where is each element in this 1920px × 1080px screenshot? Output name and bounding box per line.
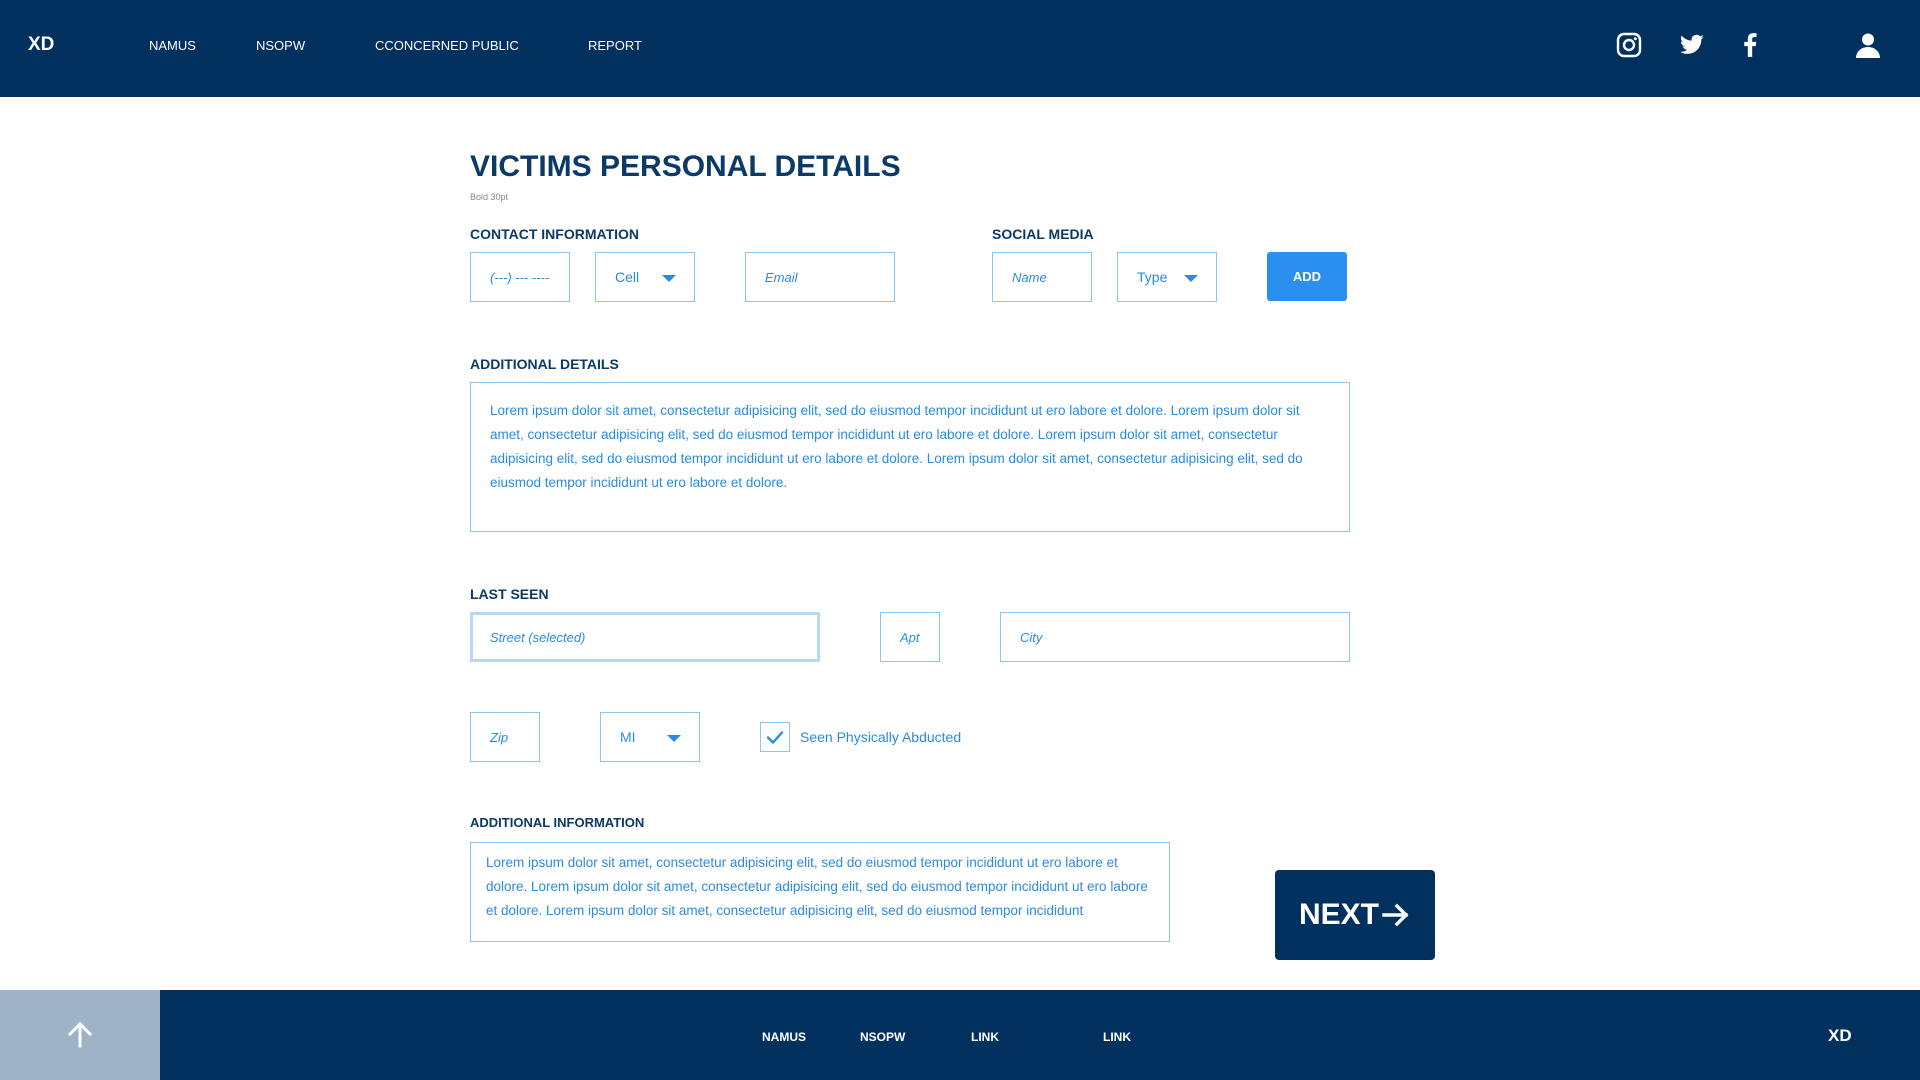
chevron-down-icon <box>1184 275 1198 282</box>
street-placeholder: Street (selected) <box>490 629 586 645</box>
page-title: VICTIMS PERSONAL DETAILS <box>470 150 901 183</box>
brand-logo[interactable]: XD <box>28 34 54 56</box>
user-icon[interactable] <box>1855 32 1881 58</box>
phone-type-select[interactable]: Cell <box>595 252 695 302</box>
facebook-icon[interactable] <box>1737 32 1763 58</box>
phone-type-value: Cell <box>615 269 640 285</box>
footer-link-namus[interactable]: NAMUS <box>762 1030 806 1044</box>
footer-link-1[interactable]: LINK <box>971 1030 999 1044</box>
seen-abducted-label[interactable]: Seen Physically Abducted <box>800 729 961 745</box>
additional-details-label: ADDITIONAL DETAILS <box>470 356 619 372</box>
arrow-right-icon <box>1382 903 1409 927</box>
add-social-button[interactable]: ADD <box>1267 252 1347 301</box>
additional-information-label: ADDITIONAL INFORMATION <box>470 815 645 830</box>
social-name-placeholder: Name <box>1012 269 1047 285</box>
social-type-select[interactable]: Type <box>1117 252 1217 302</box>
nav-link-nsopw[interactable]: NSOPW <box>256 38 305 53</box>
scroll-to-top-button[interactable] <box>0 990 160 1080</box>
state-value: MI <box>620 729 636 745</box>
additional-information-text: Lorem ipsum dolor sit amet, consectetur … <box>486 855 1148 918</box>
city-placeholder: City <box>1020 629 1043 645</box>
additional-details-textarea[interactable]: Lorem ipsum dolor sit amet, consectetur … <box>470 382 1350 532</box>
nav-link-namus[interactable]: NAMUS <box>149 38 196 53</box>
footer-link-nsopw[interactable]: NSOPW <box>860 1030 905 1044</box>
seen-abducted-checkbox[interactable] <box>760 722 790 752</box>
instagram-icon[interactable] <box>1616 32 1642 58</box>
top-navbar: XD NAMUS NSOPW CCONCERNED PUBLIC REPORT <box>0 0 1920 97</box>
social-media-label: SOCIAL MEDIA <box>992 226 1094 242</box>
checkmark-icon <box>766 731 784 744</box>
city-input[interactable]: City <box>1000 612 1350 662</box>
footer: NAMUS NSOPW LINK LINK XD <box>0 990 1920 1080</box>
zip-placeholder: Zip <box>490 729 509 745</box>
chevron-down-icon <box>662 275 676 282</box>
title-style-note: Bold 30pt <box>470 192 509 202</box>
nav-link-concerned-public[interactable]: CCONCERNED PUBLIC <box>375 38 519 53</box>
social-name-input[interactable]: Name <box>992 252 1092 302</box>
email-input[interactable]: Email <box>745 252 895 302</box>
phone-input[interactable]: (---) --- ---- <box>470 252 570 302</box>
social-type-value: Type <box>1137 269 1168 285</box>
next-button[interactable]: NEXT <box>1275 870 1435 960</box>
contact-information-label: CONTACT INFORMATION <box>470 226 640 242</box>
state-select[interactable]: MI <box>600 712 700 762</box>
next-label: NEXT <box>1298 898 1379 931</box>
apt-placeholder: Apt <box>900 629 920 645</box>
apt-input[interactable]: Apt <box>880 612 940 662</box>
chevron-down-icon <box>667 735 681 742</box>
footer-logo[interactable]: XD <box>1828 1026 1852 1046</box>
zip-input[interactable]: Zip <box>470 712 540 762</box>
arrow-up-icon <box>67 1021 93 1048</box>
last-seen-label: LAST SEEN <box>470 586 549 602</box>
street-input[interactable]: Street (selected) <box>470 612 820 662</box>
twitter-icon[interactable] <box>1679 32 1705 58</box>
nav-link-report[interactable]: REPORT <box>588 38 642 53</box>
email-placeholder: Email <box>765 269 798 285</box>
additional-information-textarea[interactable]: Lorem ipsum dolor sit amet, consectetur … <box>470 842 1170 942</box>
footer-link-2[interactable]: LINK <box>1103 1030 1131 1044</box>
additional-details-text: Lorem ipsum dolor sit amet, consectetur … <box>490 403 1303 490</box>
phone-placeholder: (---) --- ---- <box>490 269 550 285</box>
